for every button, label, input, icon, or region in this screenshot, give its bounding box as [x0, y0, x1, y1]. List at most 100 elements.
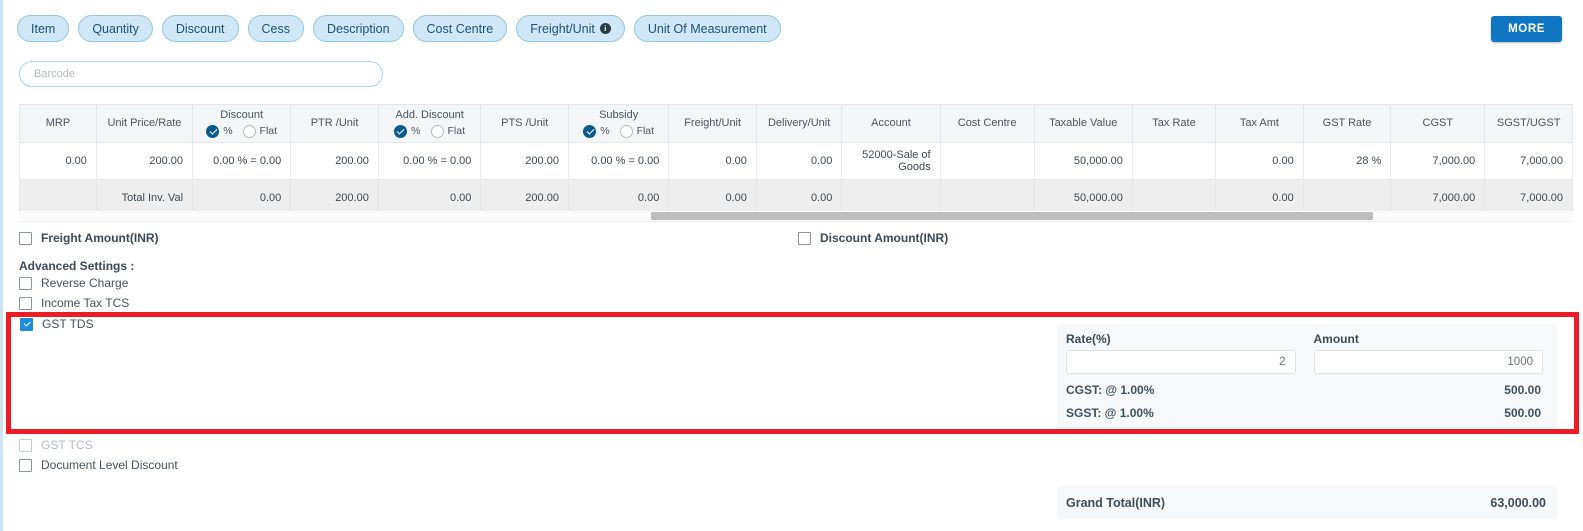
- radio-unselected-icon[interactable]: [242, 125, 256, 139]
- cell-discount[interactable]: 0.00 % = 0.00: [192, 142, 292, 180]
- freight-amount-checkbox[interactable]: [19, 231, 32, 245]
- gst-tds-sgst-line: SGST: @ 1.00% 500.00: [1066, 406, 1543, 420]
- table-row[interactable]: 0.00 200.00 0.00 % = 0.00 200.00 0.00 % …: [19, 142, 1573, 180]
- chip-description[interactable]: Description: [313, 15, 404, 42]
- gst-tcs-checkbox: [19, 438, 32, 452]
- cell-tax-rate[interactable]: [1131, 142, 1217, 180]
- info-icon[interactable]: i: [599, 23, 611, 34]
- gst-tcs-option: GST TCS: [19, 438, 93, 452]
- cell-pts-unit[interactable]: 200.00: [480, 142, 569, 180]
- radio-flat-label: Flat: [447, 125, 466, 138]
- col-add-discount[interactable]: Add. Discount % Flat: [377, 104, 482, 143]
- amount-input[interactable]: [1313, 350, 1543, 374]
- chip-quantity[interactable]: Quantity: [78, 15, 153, 42]
- chip-label: Discount: [175, 21, 225, 36]
- radio-selected-icon[interactable]: [206, 125, 220, 139]
- col-taxable-value[interactable]: Taxable Value: [1033, 104, 1133, 143]
- chip-discount[interactable]: Discount: [161, 15, 239, 42]
- gst-tds-checkbox[interactable]: [20, 317, 33, 331]
- discount-mode-radio-group: % Flat: [201, 125, 282, 139]
- radio-unselected-icon[interactable]: [430, 125, 444, 139]
- cell-account[interactable]: 52000-Sale of Goods: [841, 142, 941, 180]
- income-tax-tcs-label: Income Tax TCS: [41, 296, 130, 310]
- cell-delivery-unit[interactable]: 0.00: [755, 142, 843, 180]
- document-level-discount-label: Document Level Discount: [41, 458, 178, 472]
- col-tax-rate[interactable]: Tax Rate: [1131, 104, 1217, 143]
- chip-unit-of-measurement[interactable]: Unit Of Measurement: [633, 15, 781, 42]
- gst-tds-fields: Rate(%) Amount: [1066, 332, 1543, 374]
- discount-amount-option[interactable]: Discount Amount(INR): [798, 231, 948, 245]
- chip-item[interactable]: Item: [17, 15, 70, 42]
- cell-taxable-value[interactable]: 50,000.00: [1033, 142, 1133, 180]
- col-delivery-unit[interactable]: Delivery/Unit: [755, 104, 843, 143]
- radio-percent-label: %: [411, 125, 421, 138]
- line-items-table-wrapper: MRP Unit Price/Rate Discount % Flat PTR …: [19, 104, 1573, 216]
- scrollbar-thumb[interactable]: [651, 212, 1373, 220]
- freight-amount-option[interactable]: Freight Amount(INR): [19, 231, 159, 245]
- cell-tax-amt[interactable]: 0.00: [1215, 142, 1304, 180]
- cell-subsidy[interactable]: 0.00 % = 0.00: [567, 142, 670, 180]
- col-subsidy[interactable]: Subsidy % Flat: [567, 104, 670, 143]
- cell-mrp[interactable]: 0.00: [19, 142, 97, 180]
- chip-freight-unit[interactable]: Freight/Unit i: [516, 15, 625, 42]
- col-sgst-ugst[interactable]: SGST/UGST: [1484, 104, 1573, 143]
- rate-input[interactable]: [1066, 350, 1296, 374]
- document-level-discount-checkbox[interactable]: [19, 458, 32, 472]
- cell-sgst[interactable]: 7,000.00: [1484, 142, 1573, 180]
- reverse-charge-option[interactable]: Reverse Charge: [19, 276, 128, 290]
- discount-amount-label: Discount Amount(INR): [820, 231, 949, 245]
- barcode-input[interactable]: [19, 61, 383, 87]
- cell-freight-unit[interactable]: 0.00: [668, 142, 757, 180]
- col-tax-amt[interactable]: Tax Amt: [1215, 104, 1304, 143]
- radio-selected-icon[interactable]: [394, 125, 408, 139]
- col-cgst[interactable]: CGST: [1390, 104, 1486, 143]
- gst-tcs-label: GST TCS: [41, 438, 93, 452]
- document-level-discount-option[interactable]: Document Level Discount: [19, 458, 178, 472]
- invoice-line-items-panel: Item Quantity Discount Cess Description …: [0, 0, 1583, 531]
- subsidy-mode-radio-group: % Flat: [577, 125, 660, 139]
- radio-percent-label: %: [223, 125, 233, 138]
- cell-unit-price[interactable]: 200.00: [95, 142, 194, 180]
- col-account[interactable]: Account: [841, 104, 941, 143]
- more-button[interactable]: MORE: [1491, 16, 1562, 42]
- col-title: PTS /Unit: [501, 116, 549, 129]
- col-unit-price-rate[interactable]: Unit Price/Rate: [95, 104, 194, 143]
- col-title: Cost Centre: [957, 116, 1017, 129]
- col-title: Account: [871, 116, 911, 129]
- col-pts-unit[interactable]: PTS /Unit: [480, 104, 569, 143]
- radio-unselected-icon[interactable]: [619, 125, 633, 139]
- col-ptr-unit[interactable]: PTR /Unit: [290, 104, 379, 143]
- discount-amount-checkbox[interactable]: [798, 231, 811, 245]
- col-gst-rate[interactable]: GST Rate: [1302, 104, 1392, 143]
- table-horizontal-scrollbar[interactable]: [19, 211, 1573, 222]
- grand-total-label: Grand Total(INR): [1066, 495, 1166, 510]
- income-tax-tcs-option[interactable]: Income Tax TCS: [19, 296, 129, 310]
- chip-label: Description: [327, 21, 390, 36]
- cell-gst-rate[interactable]: 28 %: [1302, 142, 1392, 180]
- gst-tds-cgst-line: CGST: @ 1.00% 500.00: [1066, 383, 1543, 397]
- col-title: Subsidy: [599, 108, 639, 121]
- col-title: Delivery/Unit: [767, 116, 831, 129]
- income-tax-tcs-checkbox[interactable]: [19, 296, 32, 310]
- chip-cost-centre[interactable]: Cost Centre: [412, 15, 508, 42]
- cell-add-discount[interactable]: 0.00 % = 0.00: [377, 142, 482, 180]
- sgst-label: SGST: @ 1.00%: [1066, 406, 1154, 420]
- col-cost-centre[interactable]: Cost Centre: [939, 104, 1035, 143]
- col-title: PTR /Unit: [310, 116, 359, 129]
- col-discount[interactable]: Discount % Flat: [192, 104, 292, 143]
- cell-ptr-unit[interactable]: 200.00: [290, 142, 379, 180]
- reverse-charge-label: Reverse Charge: [41, 276, 129, 290]
- gst-tds-option[interactable]: GST TDS: [20, 317, 94, 331]
- col-freight-unit[interactable]: Freight/Unit: [668, 104, 757, 143]
- gst-tds-rate-field: Rate(%): [1066, 332, 1296, 374]
- radio-selected-icon[interactable]: [583, 125, 597, 139]
- col-mrp[interactable]: MRP: [19, 104, 97, 143]
- chip-label: Unit Of Measurement: [647, 21, 767, 36]
- radio-flat-label: Flat: [259, 125, 278, 138]
- reverse-charge-checkbox[interactable]: [19, 276, 32, 290]
- cell-cgst[interactable]: 7,000.00: [1390, 142, 1486, 180]
- cgst-value: 500.00: [1504, 383, 1541, 397]
- amount-label: Amount: [1313, 332, 1359, 346]
- cell-cost-centre[interactable]: [939, 142, 1035, 180]
- chip-cess[interactable]: Cess: [247, 15, 304, 42]
